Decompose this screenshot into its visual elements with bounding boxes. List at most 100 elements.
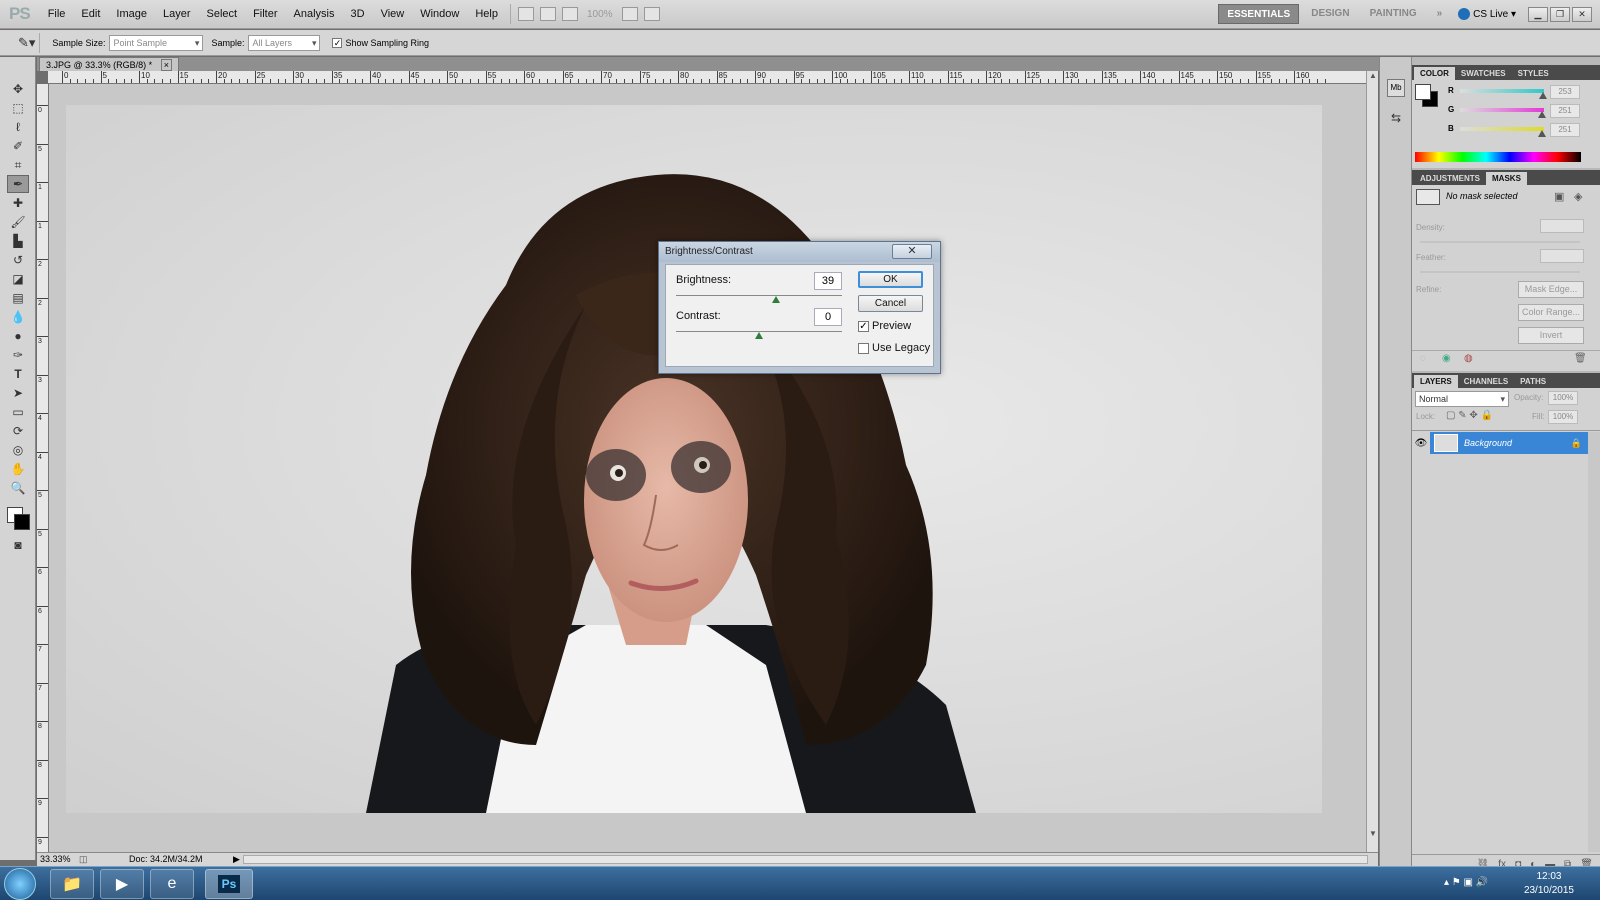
color-spectrum-ramp[interactable] <box>1415 152 1581 162</box>
background-color-swatch[interactable] <box>14 514 30 530</box>
channel-slider-b[interactable] <box>1460 127 1544 131</box>
brightness-input[interactable]: 39 <box>814 272 842 290</box>
zoom-level[interactable]: 100% <box>587 9 613 20</box>
tab-adjustments[interactable]: ADJUSTMENTS <box>1414 172 1486 185</box>
lock-icons[interactable]: ▢ ✎ ✥ 🔒 <box>1446 410 1493 421</box>
menu-layer[interactable]: Layer <box>155 8 199 20</box>
channel-thumb-r[interactable] <box>1539 92 1548 99</box>
minimize-button[interactable]: ▁ <box>1528 6 1548 22</box>
menu-view[interactable]: View <box>373 8 413 20</box>
tray-icons[interactable]: ▴ ⚑ ▣ 🔊 <box>1444 877 1488 888</box>
status-menu-arrow-icon[interactable]: ▶ <box>233 853 240 866</box>
menu-file[interactable]: File <box>40 8 74 20</box>
tab-paths[interactable]: PATHS <box>1514 375 1552 388</box>
layers-scrollbar[interactable] <box>1588 432 1600 852</box>
zoom-tool-icon[interactable]: 🔍 <box>7 479 29 497</box>
channel-slider-g[interactable] <box>1460 108 1544 112</box>
view-extras-icon[interactable] <box>561 7 578 21</box>
close-window-button[interactable]: ✕ <box>1572 6 1592 22</box>
add-vector-mask-icon[interactable]: ◈ <box>1574 190 1582 203</box>
density-field[interactable] <box>1540 219 1584 233</box>
menu-filter[interactable]: Filter <box>245 8 285 20</box>
delete-mask-icon[interactable]: 🗑 <box>1574 353 1587 364</box>
3d-orbit-tool-icon[interactable]: ◎ <box>7 441 29 459</box>
color-range-button[interactable]: Color Range... <box>1518 304 1584 321</box>
density-slider[interactable] <box>1420 241 1580 243</box>
cancel-button[interactable]: Cancel <box>858 295 923 312</box>
scroll-down-icon[interactable]: ▼ <box>1369 829 1377 838</box>
tab-color[interactable]: COLOR <box>1414 67 1455 80</box>
color-fg-swatch[interactable] <box>1415 84 1431 100</box>
feather-field[interactable] <box>1540 249 1584 263</box>
dodge-tool-icon[interactable]: ● <box>7 327 29 345</box>
status-zoom[interactable]: 33.33% <box>40 853 71 866</box>
workspace-painting[interactable]: PAINTING <box>1362 4 1425 24</box>
layer-visibility-eye-icon[interactable]: 👁 <box>1412 438 1430 449</box>
status-info-icon[interactable]: ◫ <box>79 853 88 866</box>
more-workspaces-icon[interactable]: » <box>1429 4 1451 24</box>
sample-size-select[interactable]: Point Sample <box>109 34 204 51</box>
tab-channels[interactable]: CHANNELS <box>1458 375 1514 388</box>
menu-help[interactable]: Help <box>467 8 506 20</box>
channel-value-g[interactable]: 251 <box>1550 104 1580 118</box>
color-swatches[interactable] <box>0 501 35 535</box>
hand-tool-icon[interactable]: ✋ <box>7 460 29 478</box>
move-tool-icon[interactable]: ✥ <box>7 80 29 98</box>
history-brush-tool-icon[interactable]: ↺ <box>7 251 29 269</box>
bridge-icon[interactable] <box>517 7 534 21</box>
blur-tool-icon[interactable]: 💧 <box>7 308 29 326</box>
close-document-icon[interactable]: × <box>160 59 172 71</box>
brush-tool-icon[interactable]: 🖌 <box>7 213 29 231</box>
media-player-taskbar-icon[interactable]: ▶ <box>100 869 144 899</box>
layer-row-background[interactable]: 👁 Background 🔒 <box>1412 432 1588 454</box>
mini-bridge-panel-icon[interactable]: Mb <box>1387 79 1405 97</box>
brightness-slider-thumb[interactable] <box>771 296 780 303</box>
tab-styles[interactable]: STYLES <box>1512 67 1555 80</box>
document-tab[interactable]: 3.JPG @ 33.3% (RGB/8) * × <box>39 57 179 71</box>
history-panel-icon[interactable]: ⇆ <box>1387 111 1405 129</box>
menu-analysis[interactable]: Analysis <box>286 8 343 20</box>
channel-thumb-g[interactable] <box>1538 111 1547 118</box>
menu-image[interactable]: Image <box>108 8 155 20</box>
contrast-input[interactable]: 0 <box>814 308 842 326</box>
mask-edge-button[interactable]: Mask Edge... <box>1518 281 1584 298</box>
menu-edit[interactable]: Edit <box>73 8 108 20</box>
quick-mask-icon[interactable]: ◙ <box>7 536 29 554</box>
menu-3d[interactable]: 3D <box>343 8 373 20</box>
clone-stamp-tool-icon[interactable]: ▙ <box>7 232 29 250</box>
menu-window[interactable]: Window <box>412 8 467 20</box>
opacity-field[interactable]: 100% <box>1548 391 1578 405</box>
crop-tool-icon[interactable]: ⌗ <box>7 156 29 174</box>
eyedropper-tool-icon[interactable]: ✒ <box>7 175 29 193</box>
vertical-scrollbar[interactable]: ▲ ▼ <box>1366 71 1378 852</box>
channel-slider-r[interactable] <box>1460 89 1544 93</box>
invert-button[interactable]: Invert <box>1518 327 1584 344</box>
marquee-tool-icon[interactable]: ⬚ <box>7 99 29 117</box>
preview-checkbox[interactable]: ✓ Preview <box>858 320 911 332</box>
tab-swatches[interactable]: SWATCHES <box>1455 67 1512 80</box>
add-pixel-mask-icon[interactable]: ▣ <box>1554 190 1564 203</box>
photo-canvas[interactable] <box>66 105 1322 813</box>
mask-visibility-icon[interactable]: ◍ <box>1464 353 1473 364</box>
eyedropper-preset-icon[interactable]: ✎▾ <box>18 35 35 51</box>
scroll-up-icon[interactable]: ▲ <box>1369 71 1377 80</box>
pen-tool-icon[interactable]: ✑ <box>7 346 29 364</box>
channel-value-b[interactable]: 251 <box>1550 123 1580 137</box>
3d-rotate-tool-icon[interactable]: ⟳ <box>7 422 29 440</box>
apply-mask-icon[interactable]: ◉ <box>1442 353 1451 364</box>
type-tool-icon[interactable]: T <box>7 365 29 383</box>
photoshop-taskbar-icon[interactable]: Ps <box>205 869 253 899</box>
tab-masks[interactable]: MASKS <box>1486 172 1527 185</box>
channel-thumb-b[interactable] <box>1538 130 1547 137</box>
menu-select[interactable]: Select <box>199 8 246 20</box>
explorer-taskbar-icon[interactable]: 📁 <box>50 869 94 899</box>
contrast-slider-thumb[interactable] <box>755 332 763 339</box>
channel-value-r[interactable]: 253 <box>1550 85 1580 99</box>
blend-mode-select[interactable]: Normal <box>1415 391 1509 407</box>
tab-layers[interactable]: LAYERS <box>1414 375 1458 388</box>
load-selection-icon[interactable]: ◌ <box>1420 353 1426 364</box>
sample-select[interactable]: All Layers <box>248 34 321 51</box>
workspace-design[interactable]: DESIGN <box>1303 4 1357 24</box>
restore-button[interactable]: ❐ <box>1550 6 1570 22</box>
quick-selection-tool-icon[interactable]: ✐ <box>7 137 29 155</box>
